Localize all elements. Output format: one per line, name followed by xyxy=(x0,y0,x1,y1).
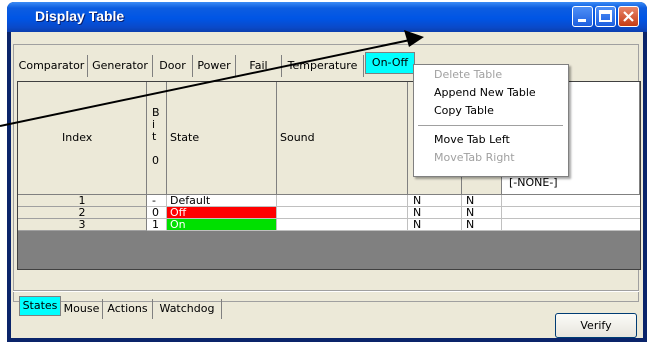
arrow-head-icon xyxy=(404,30,424,47)
annotation-arrow xyxy=(0,30,424,127)
